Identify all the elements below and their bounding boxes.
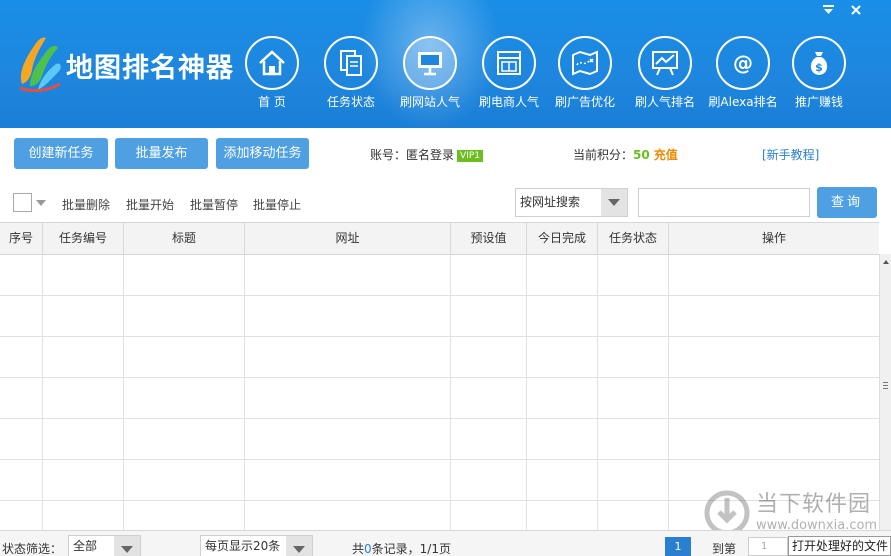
nav-label-site-traffic: 刷网站人气: [399, 95, 460, 109]
status-filter-label: 状态筛选：: [2, 542, 63, 556]
account-name: 匿名登录: [406, 148, 455, 162]
batch-pause-link[interactable]: 批量暂停: [190, 196, 238, 213]
nav-label-home: 首 页: [258, 95, 286, 109]
chart-board-icon: [638, 36, 692, 90]
nav-alexa-ranking[interactable]: @ 刷Alexa排名: [703, 36, 783, 116]
nav-label-popularity-ranking: 刷人气排名: [634, 95, 695, 109]
home-icon: [245, 36, 299, 90]
nav-promote-earn[interactable]: $ 推广赚钱: [779, 36, 859, 116]
points-label: 当前积分：: [573, 148, 634, 162]
nav-label-alexa-ranking: 刷Alexa排名: [708, 95, 778, 109]
vip-badge: VIP1: [457, 150, 483, 162]
column-header-index: 序号: [0, 223, 43, 254]
monitor-icon: [403, 36, 457, 90]
search-mode-select[interactable]: 按网址搜索: [515, 188, 628, 217]
nav-ad-optimization[interactable]: 刷广告优化: [545, 36, 625, 116]
goto-page-input[interactable]: 1: [748, 537, 788, 556]
nav-label-ad-optimization: 刷广告优化: [554, 95, 615, 109]
table-row[interactable]: [0, 378, 879, 418]
header-bar: 地图排名神器 首 页 任务状态 刷网站人气 刷电商人气 刷广告优化 刷人气排名 …: [0, 0, 891, 128]
watermark-text: 当下软件园: [756, 492, 872, 517]
table-header: 序号 任务编号 标题 网址 预设值 今日完成 任务状态 操作: [0, 223, 879, 255]
nav-popularity-ranking[interactable]: 刷人气排名: [625, 36, 705, 116]
record-total-prefix: 共: [352, 542, 365, 556]
status-filter-value: 全部: [73, 539, 98, 553]
recharge-link[interactable]: 充值: [654, 148, 678, 162]
app-title: 地图排名神器: [66, 53, 234, 84]
column-header-title: 标题: [124, 223, 245, 254]
batch-publish-button[interactable]: 批量发布: [115, 138, 208, 169]
chevron-down-icon: [601, 189, 627, 216]
create-task-button[interactable]: 创建新任务: [14, 138, 108, 169]
close-button[interactable]: [850, 3, 862, 19]
points-value: 50: [633, 148, 650, 162]
close-icon: [851, 5, 861, 15]
svg-text:$: $: [815, 61, 823, 74]
table-row[interactable]: [0, 419, 879, 459]
nav-task-status[interactable]: 任务状态: [311, 36, 391, 116]
scroll-grip-icon[interactable]: [883, 382, 888, 389]
query-button[interactable]: 查询: [817, 187, 877, 218]
column-header-url: 网址: [245, 223, 451, 254]
current-page-button[interactable]: 1: [665, 537, 691, 556]
page-size-value: 每页显示20条: [205, 539, 281, 553]
map-icon: [558, 36, 612, 90]
at-icon: @: [716, 36, 770, 90]
record-summary: 共0条记录，1/1页: [352, 540, 451, 556]
app-logo: [19, 37, 61, 92]
account-label: 账号：: [370, 148, 407, 162]
batch-stop-link[interactable]: 批量停止: [253, 196, 301, 213]
chevron-down-icon: [286, 536, 312, 556]
record-total-suffix: 条记录，1/1页: [371, 542, 451, 556]
column-header-preset: 预设值: [451, 223, 527, 254]
nav-label-task-status: 任务状态: [326, 95, 375, 109]
nav-label-ecommerce-traffic: 刷电商人气: [478, 95, 539, 109]
minimize-icon: [823, 5, 834, 14]
status-filter-select[interactable]: 全部: [68, 535, 141, 556]
table-row[interactable]: [0, 337, 879, 377]
nav-ecommerce-traffic[interactable]: 刷电商人气: [469, 36, 549, 116]
column-header-today-done: 今日完成: [527, 223, 598, 254]
select-all-checkbox[interactable]: [13, 193, 32, 212]
scroll-up-icon[interactable]: [883, 260, 889, 264]
tooltip-open-processed-file: 打开处理好的文件: [788, 536, 891, 556]
column-header-task-status: 任务状态: [598, 223, 669, 254]
batch-delete-link[interactable]: 批量删除: [62, 196, 110, 213]
select-options-dropdown[interactable]: [36, 200, 46, 206]
watermark: 当下软件园 www.downxia.com: [704, 486, 884, 536]
search-mode-value: 按网址搜索: [520, 195, 581, 209]
search-input[interactable]: [638, 188, 810, 217]
task-table: 序号 任务编号 标题 网址 预设值 今日完成 任务状态 操作: [0, 222, 879, 531]
documents-icon: [324, 36, 378, 90]
money-bag-icon: $: [792, 36, 846, 90]
minimize-button[interactable]: [822, 3, 835, 19]
store-icon: [482, 36, 536, 90]
page-size-select[interactable]: 每页显示20条: [200, 535, 313, 556]
chevron-down-icon: [114, 536, 140, 556]
column-header-task-id: 任务编号: [43, 223, 124, 254]
tutorial-link[interactable]: [新手教程]: [762, 146, 819, 163]
svg-text:@: @: [733, 51, 753, 75]
goto-page-label: 到第: [712, 542, 737, 556]
column-header-actions: 操作: [761, 231, 786, 245]
add-mobile-task-button[interactable]: 添加移动任务: [216, 138, 309, 169]
nav-home[interactable]: 首 页: [232, 36, 312, 116]
table-row[interactable]: [0, 296, 879, 336]
batch-start-link[interactable]: 批量开始: [126, 196, 174, 213]
points-info: 当前积分：50 充值: [573, 146, 678, 163]
table-row[interactable]: [0, 255, 879, 295]
nav-label-promote-earn: 推广赚钱: [794, 95, 843, 109]
account-info: 账号：匿名登录 VIP1: [370, 146, 483, 163]
record-total-count: 0: [364, 542, 372, 556]
nav-site-traffic[interactable]: 刷网站人气: [390, 36, 470, 116]
